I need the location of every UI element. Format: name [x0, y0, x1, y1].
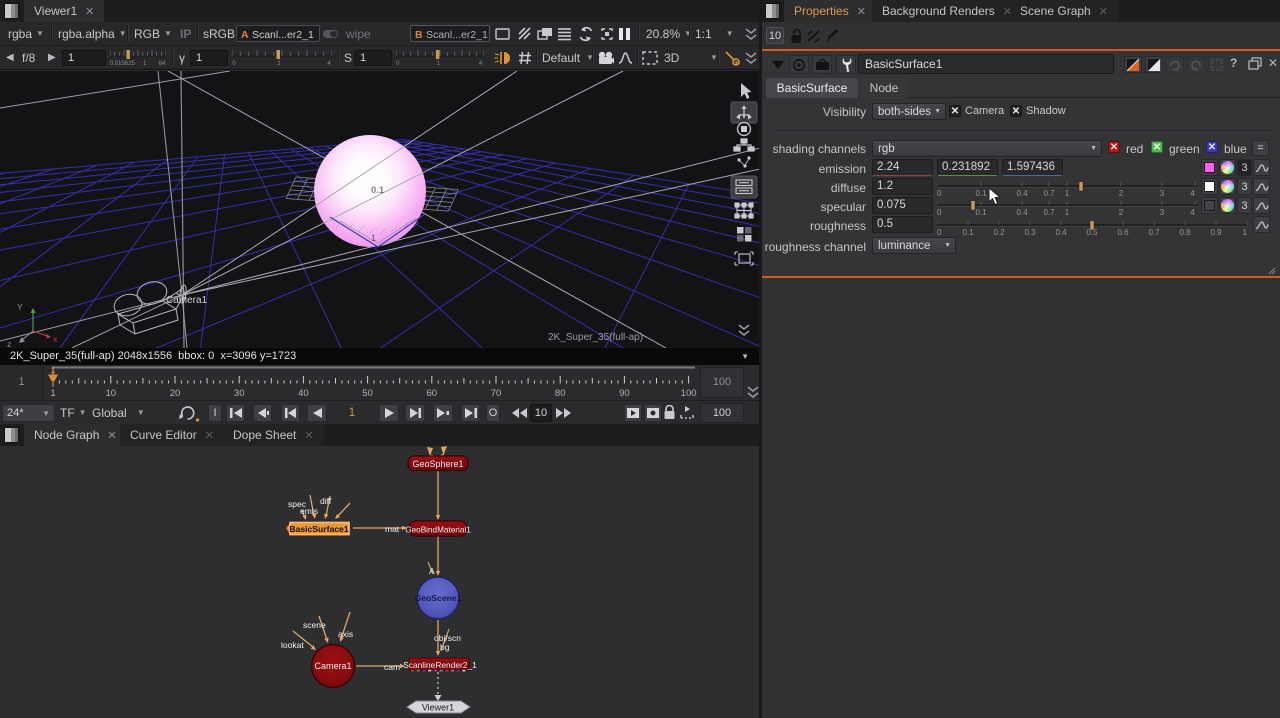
svg-text:1: 1 — [437, 61, 441, 67]
svg-text:4: 4 — [1191, 208, 1196, 217]
svg-text:30: 30 — [234, 388, 245, 399]
svg-text:1: 1 — [50, 388, 55, 399]
svg-text:0: 0 — [937, 208, 942, 217]
svg-text:10: 10 — [106, 388, 117, 399]
svg-text:Camera1: Camera1 — [314, 661, 351, 671]
svg-text:0.9: 0.9 — [1210, 228, 1222, 237]
svg-text:1: 1 — [1243, 228, 1248, 237]
svg-text:90: 90 — [619, 388, 630, 399]
svg-text:lookat: lookat — [281, 640, 304, 650]
svg-text:BasicSurface1: BasicSurface1 — [289, 524, 348, 534]
svg-text:0.6: 0.6 — [1117, 228, 1129, 237]
svg-text:diff: diff — [320, 496, 332, 506]
svg-text:GeoSphere1: GeoSphere1 — [412, 459, 463, 469]
svg-text:60: 60 — [427, 388, 438, 399]
svg-text:z: z — [7, 339, 11, 348]
svg-text:1: 1 — [371, 233, 376, 243]
svg-text:0.7: 0.7 — [1148, 228, 1160, 237]
svg-text:4: 4 — [1191, 189, 1196, 198]
svg-text:0.7: 0.7 — [1043, 208, 1055, 217]
svg-text:64: 64 — [159, 61, 166, 67]
svg-text:2K_Super_35(full-ap): 2K_Super_35(full-ap) — [548, 332, 643, 343]
svg-text:1: 1 — [1065, 189, 1070, 198]
svg-text:0: 0 — [396, 61, 400, 67]
svg-text:0.4: 0.4 — [1016, 208, 1028, 217]
svg-text:1: 1 — [51, 366, 56, 375]
svg-text:0: 0 — [232, 61, 236, 67]
svg-text:GeoScene1: GeoScene1 — [415, 593, 462, 603]
svg-text:0.4: 0.4 — [1055, 228, 1067, 237]
svg-text:scene: scene — [303, 620, 326, 630]
svg-text:Y: Y — [17, 302, 23, 312]
svg-text:mat: mat — [385, 524, 400, 534]
svg-text:GeoBindMaterial1: GeoBindMaterial1 — [405, 526, 471, 535]
svg-text:3: 3 — [1160, 208, 1165, 217]
svg-text:x: x — [53, 334, 58, 344]
svg-text:emis: emis — [300, 506, 318, 516]
svg-text:0.4: 0.4 — [1016, 189, 1028, 198]
svg-text:0.1: 0.1 — [962, 228, 974, 237]
svg-text:0.3: 0.3 — [1024, 228, 1036, 237]
svg-text:3: 3 — [1160, 189, 1165, 198]
svg-text:2: 2 — [1119, 208, 1124, 217]
svg-text:Camera1: Camera1 — [166, 295, 208, 306]
svg-text:0.2: 0.2 — [993, 228, 1005, 237]
svg-text:100: 100 — [681, 388, 697, 399]
svg-text:4: 4 — [479, 61, 483, 67]
svg-text:ScanlineRender2_1: ScanlineRender2_1 — [403, 660, 477, 670]
svg-text:0: 0 — [937, 189, 942, 198]
svg-text:50: 50 — [362, 388, 373, 399]
svg-text:A: A — [429, 566, 435, 576]
svg-text:4: 4 — [327, 61, 331, 67]
svg-text:2: 2 — [1119, 189, 1124, 198]
svg-text:70: 70 — [491, 388, 502, 399]
svg-text:0.8: 0.8 — [1179, 228, 1191, 237]
svg-text:1: 1 — [143, 61, 147, 67]
svg-text:40: 40 — [298, 388, 309, 399]
svg-text:axis: axis — [338, 629, 353, 639]
svg-text:0: 0 — [937, 228, 942, 237]
svg-text:0.1: 0.1 — [371, 185, 385, 196]
svg-text:20: 20 — [170, 388, 181, 399]
svg-text:cam: cam — [384, 662, 400, 672]
svg-text:bg: bg — [440, 642, 450, 652]
svg-text:1: 1 — [1065, 208, 1070, 217]
svg-text:80: 80 — [555, 388, 566, 399]
svg-text:Viewer1: Viewer1 — [422, 703, 454, 713]
svg-text:0.015625: 0.015625 — [110, 61, 135, 67]
svg-text:0.1: 0.1 — [975, 208, 987, 217]
svg-text:0.7: 0.7 — [1043, 189, 1055, 198]
svg-text:1: 1 — [277, 61, 281, 67]
svg-text:0.1: 0.1 — [975, 189, 987, 198]
